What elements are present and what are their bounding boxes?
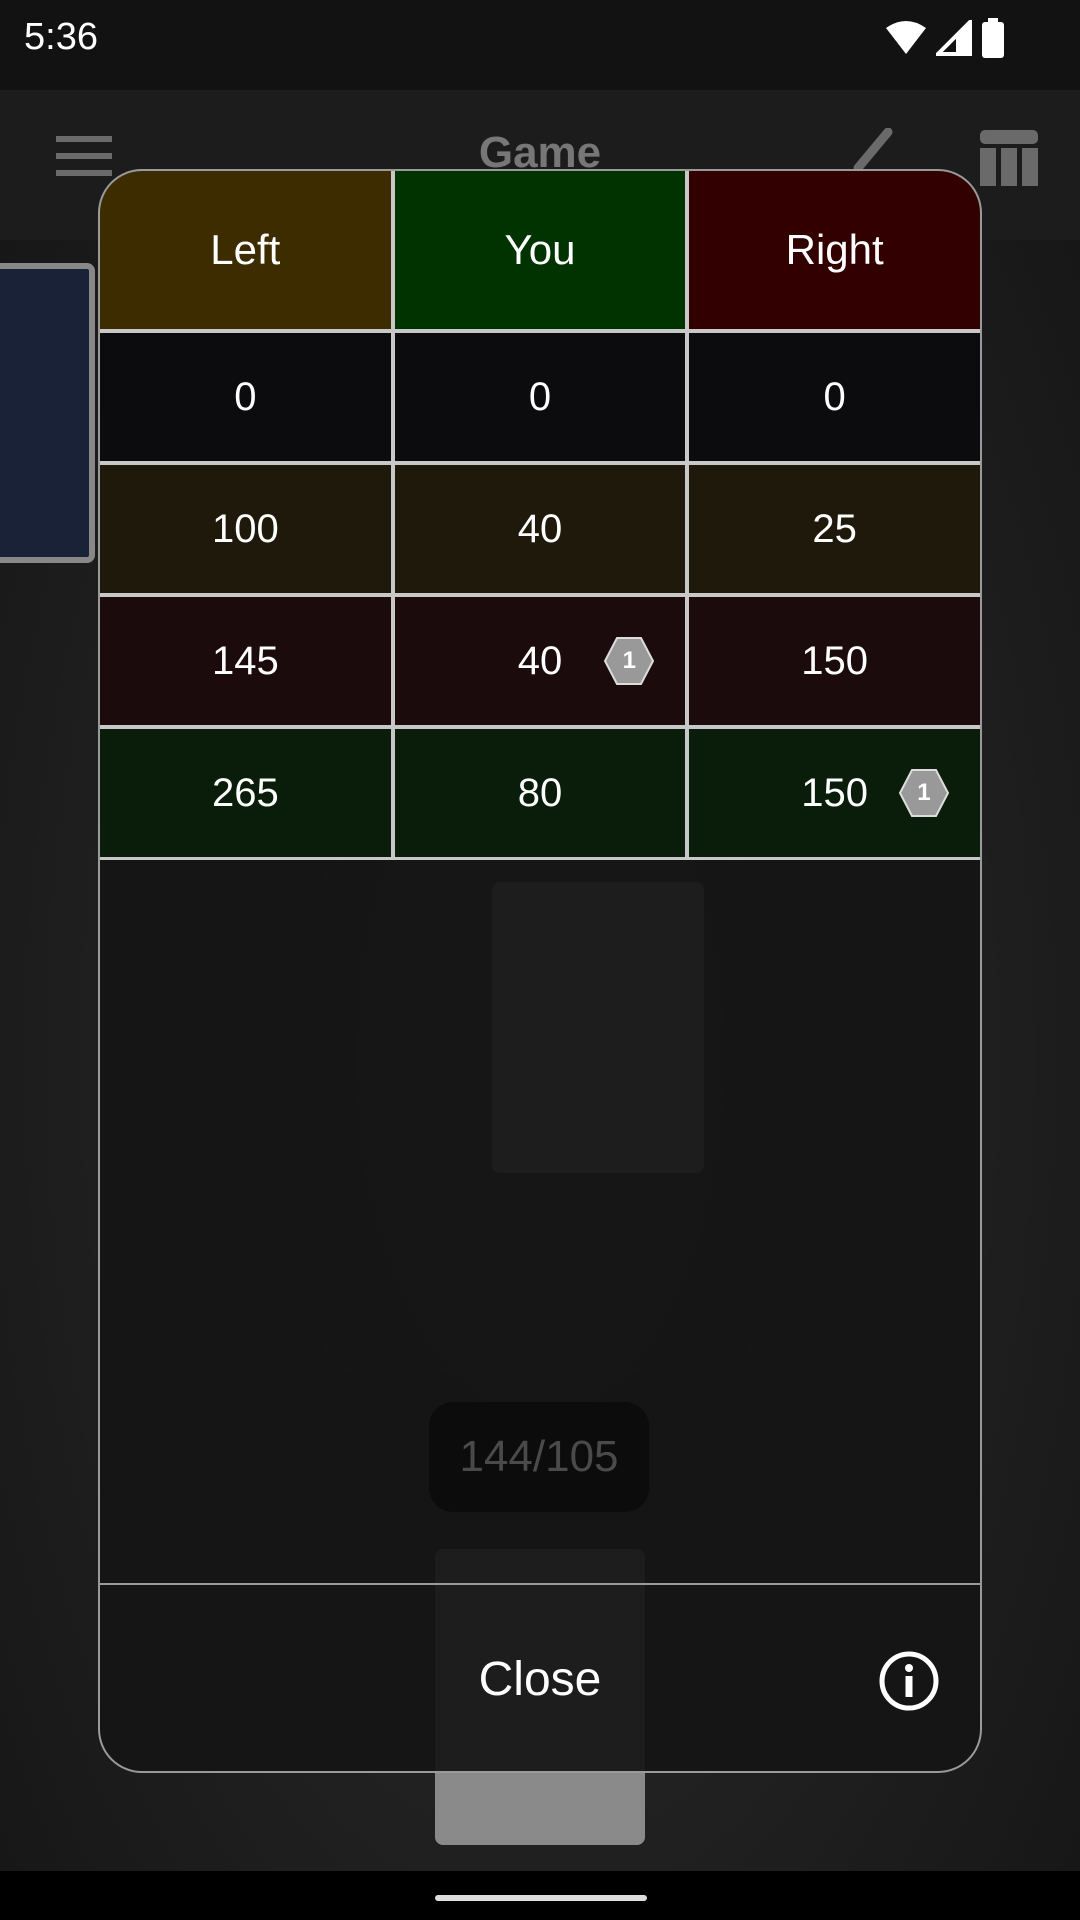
score-value: 0 (823, 374, 846, 419)
score-cell: 100 (100, 465, 391, 593)
header-label: Left (210, 226, 281, 273)
score-cell: 0 (394, 333, 686, 461)
score-cell: 150 1 (689, 729, 980, 857)
score-cell: 25 (689, 465, 980, 593)
hexagon-badge: 1 (603, 635, 655, 687)
score-cell: 40 (394, 465, 686, 593)
score-value: 25 (812, 506, 857, 551)
score-value: 80 (517, 770, 563, 815)
header-you: You (394, 171, 686, 329)
score-value: 40 (517, 638, 563, 683)
status-time: 5:36 (24, 16, 98, 58)
header-label: Right (785, 226, 884, 273)
badge-count: 1 (622, 647, 636, 674)
home-indicator[interactable] (435, 1895, 647, 1901)
header-left: Left (100, 171, 391, 329)
score-value: 150 (801, 638, 869, 683)
score-cell: 0 (689, 333, 980, 461)
score-cell: 150 (689, 597, 980, 725)
score-value: 40 (517, 506, 563, 551)
score-table: Left You Right 0 0 0 100 40 25 145 40 1 150 265 80 1… (100, 171, 980, 860)
signal-icon (936, 20, 972, 56)
header-right: Right (689, 171, 980, 329)
table-icon[interactable] (980, 130, 1038, 186)
info-icon[interactable] (878, 1650, 940, 1712)
dialog-footer: Close (100, 1583, 980, 1771)
battery-icon (982, 18, 1004, 58)
score-value: 265 (211, 770, 279, 815)
score-cell: 0 (100, 333, 391, 461)
score-cell: 40 1 (394, 597, 686, 725)
score-value: 150 (801, 770, 869, 815)
score-dialog: Left You Right 0 0 0 100 40 25 145 40 1 150 265 80 1… (98, 169, 982, 1773)
score-value: 0 (234, 374, 257, 419)
score-value: 100 (211, 506, 279, 551)
hexagon-badge: 1 (898, 767, 950, 819)
status-bar: 5:36 (0, 0, 1080, 90)
header-label: You (504, 226, 576, 273)
score-cell: 80 (394, 729, 686, 857)
score-cell: 265 (100, 729, 391, 857)
card-back (0, 263, 95, 563)
badge-count: 1 (917, 779, 931, 806)
score-value: 0 (528, 374, 552, 419)
score-value: 145 (211, 638, 279, 683)
score-cell: 145 (100, 597, 391, 725)
wifi-icon (886, 21, 926, 54)
close-button[interactable]: Close (100, 1585, 980, 1771)
